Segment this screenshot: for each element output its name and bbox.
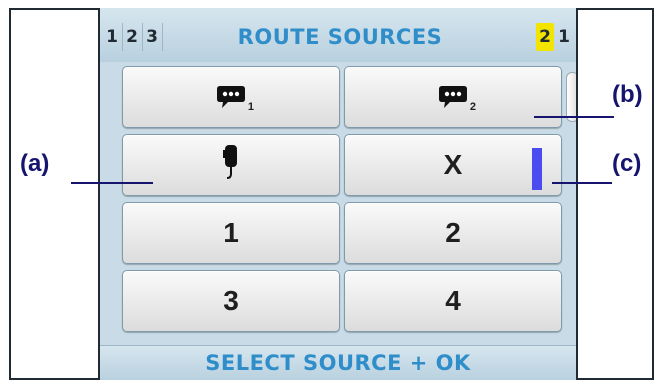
source-button-speech-2[interactable]: 2: [344, 66, 562, 128]
header-digit-3: 3: [142, 23, 163, 51]
speech-bubble-icon: 2: [438, 85, 476, 113]
callout-leader-a: [71, 182, 153, 184]
source-button-1[interactable]: 1: [122, 202, 340, 264]
speech-bubble-icon: 1: [216, 85, 254, 113]
source-button-x[interactable]: X: [344, 134, 562, 196]
callout-label-c: (c): [612, 150, 642, 177]
page-title: ROUTE SOURCES: [237, 25, 443, 49]
scrollbar[interactable]: [566, 72, 576, 122]
callout-leader-b: [534, 116, 614, 118]
selection-marker: [532, 148, 542, 190]
footer-hint: SELECT SOURCE + OK: [100, 345, 576, 380]
speech-subscript: 2: [469, 101, 476, 113]
microphone-icon: [222, 144, 240, 187]
header-digit-highlighted: 2: [536, 23, 554, 51]
source-button-4[interactable]: 4: [344, 270, 562, 332]
source-button-microphone[interactable]: [122, 134, 340, 196]
header-digit-right: 1: [558, 27, 570, 47]
header-digit-2: 2: [122, 23, 143, 51]
source-button-2[interactable]: 2: [344, 202, 562, 264]
radio-screen: 1 2 3 ROUTE SOURCES 2 1 1 2 X 1 2 3 4 SE…: [98, 8, 578, 380]
source-button-3[interactable]: 3: [122, 270, 340, 332]
source-button-speech-1[interactable]: 1: [122, 66, 340, 128]
callout-label-b: (b): [612, 81, 643, 108]
scrollbar-thumb[interactable]: [566, 72, 576, 122]
callout-leader-c: [552, 182, 612, 184]
speech-subscript: 1: [247, 101, 254, 113]
callout-label-a: (a): [20, 150, 50, 177]
header-digit-1: 1: [102, 23, 123, 51]
screen-header: 1 2 3 ROUTE SOURCES 2 1: [100, 8, 576, 62]
